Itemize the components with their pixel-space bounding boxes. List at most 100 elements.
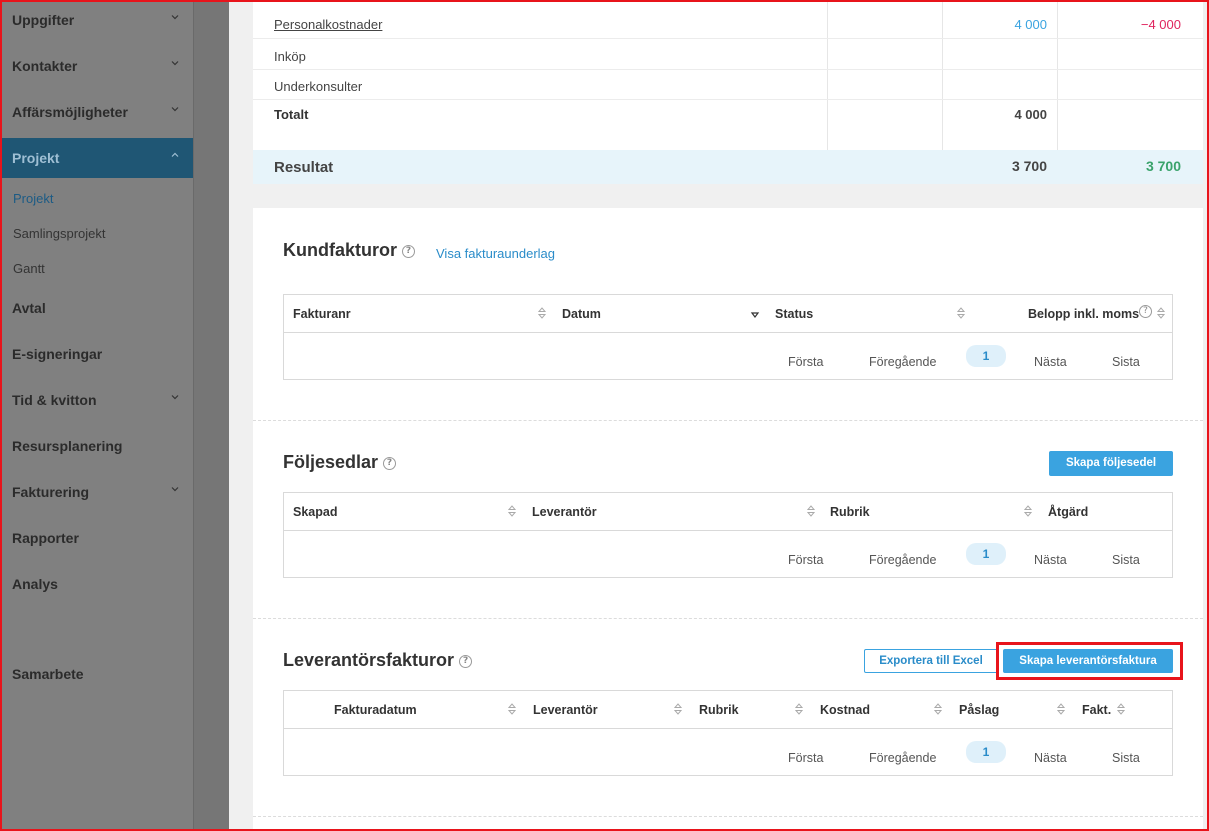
pager-prev[interactable]: Föregående [869,751,936,765]
table-header: Skapad Leverantör Rubrik Åtgärd [284,493,1172,531]
pager-last[interactable]: Sista [1112,553,1140,567]
sidebar-item-uppgifter[interactable]: Uppgifter [0,0,193,40]
personalkostnader-link[interactable]: Personalkostnader [274,17,382,32]
skapa-foljesedel-button[interactable]: Skapa följesedel [1049,451,1173,476]
row-value: 4 000 [1014,17,1047,32]
sidebar-item-label: Projekt [12,150,60,166]
chevron-down-icon [171,15,179,20]
help-icon[interactable]: ? [1139,305,1152,318]
pager-last[interactable]: Sista [1112,355,1140,369]
sidebar-item-analys[interactable]: Analys [0,564,193,604]
column-header[interactable]: Åtgärd [1048,505,1088,519]
result-row: Resultat 3 700 3 700 [253,150,1203,184]
chevron-down-icon [171,61,179,66]
sort-icon[interactable] [1056,702,1066,716]
total-row: Totalt 4 000 [253,100,1203,150]
sort-icon[interactable] [933,702,943,716]
cost-summary-table: Personalkostnader 4 000 −4 000 Inköp Und… [253,0,1203,184]
sort-icon[interactable] [537,306,547,320]
column-header[interactable]: Påslag [959,703,999,717]
sort-icon[interactable] [1023,504,1033,518]
pager-next[interactable]: Nästa [1034,751,1067,765]
column-header[interactable]: Skapad [293,505,337,519]
sort-icon[interactable] [673,702,683,716]
column-header[interactable]: Leverantör [532,505,597,519]
column-header[interactable]: Fakt. [1082,703,1111,717]
column-header[interactable]: Datum [562,307,601,321]
section-title-text: Kundfakturor [283,240,397,260]
sort-icon[interactable] [507,702,517,716]
sort-icon[interactable] [1116,702,1126,716]
pager-first[interactable]: Första [788,751,823,765]
sidebar-subitem-samlingsprojekt[interactable]: Samlingsprojekt [13,226,106,241]
row-label: Inköp [274,49,306,64]
pager-current[interactable]: 1 [966,345,1006,367]
sidebar-item-tid-kvitton[interactable]: Tid & kvitton [0,380,193,420]
result-value: 3 700 [1011,158,1047,174]
result-diff: 3 700 [1145,158,1181,174]
sort-icon[interactable] [956,306,966,320]
sidebar-item-samarbete[interactable]: Samarbete [0,654,193,694]
sidebar-subitem-gantt[interactable]: Gantt [13,261,45,276]
sidebar-item-affarsmojligheter[interactable]: Affärsmöjligheter [0,92,193,132]
help-icon[interactable]: ? [459,654,473,668]
kundfakturor-table: Fakturanr Datum Status Belopp inkl. moms… [283,294,1173,380]
sort-icon[interactable] [507,504,517,518]
chevron-down-icon [171,107,179,112]
pager-current[interactable]: 1 [966,543,1006,565]
section-title-text: Leverantörsfakturor [283,650,455,670]
sidebar-item-kontakter[interactable]: Kontakter [0,46,193,86]
total-label: Totalt [274,107,309,122]
column-header[interactable]: Rubrik [699,703,739,717]
pager-next[interactable]: Nästa [1034,355,1067,369]
column-header[interactable]: Fakturanr [293,307,351,321]
secondary-panel [193,0,229,831]
table-row: Personalkostnader 4 000 −4 000 [253,9,1203,39]
highlight-box [996,642,1183,680]
sidebar-item-fakturering[interactable]: Fakturering [0,472,193,512]
sort-icon[interactable] [806,504,816,518]
chevron-up-icon [171,152,179,157]
sort-desc-icon[interactable] [750,306,760,320]
help-icon[interactable]: ? [383,456,397,470]
chevron-down-icon [171,487,179,492]
sidebar-item-label: Uppgifter [12,12,75,28]
sidebar-item-label: Affärsmöjligheter [12,104,128,120]
section-title-text: Följesedlar [283,452,379,472]
sidebar-item-label: Resursplanering [12,438,123,454]
sidebar-item-rapporter[interactable]: Rapporter [0,518,193,558]
sidebar-item-avtal[interactable]: Avtal [0,288,193,328]
sidebar-item-resursplanering[interactable]: Resursplanering [0,426,193,466]
sidebar-item-projekt[interactable]: Projekt [0,138,193,178]
leverantorsfakturor-table: Fakturadatum Leverantör Rubrik Kostnad P… [283,690,1173,776]
help-icon[interactable]: ? [402,244,415,258]
column-header[interactable]: Leverantör [533,703,598,717]
sidebar-item-label: Kontakter [12,58,78,74]
sidebar-item-label: Rapporter [12,530,79,546]
pager-prev[interactable]: Föregående [869,355,936,369]
leverantorsfakturor-title: Leverantörsfakturor? [283,650,473,671]
pager-current[interactable]: 1 [966,741,1006,763]
sidebar-subitem-projekt[interactable]: Projekt [13,191,53,206]
column-header[interactable]: Status [775,307,813,321]
exportera-till-excel-button[interactable]: Exportera till Excel [864,649,998,673]
pager-next[interactable]: Nästa [1034,553,1067,567]
result-label: Resultat [274,159,334,176]
sort-icon[interactable] [794,702,804,716]
foljesedlar-title: Följesedlar? [283,452,397,473]
table-row: Inköp [253,40,1203,70]
pager-first[interactable]: Första [788,355,823,369]
pager-first[interactable]: Första [788,553,823,567]
column-header[interactable]: Belopp inkl. moms [1028,307,1139,321]
sidebar-item-label: Samarbete [12,666,84,682]
divider [253,618,1203,619]
column-header[interactable]: Rubrik [830,505,870,519]
pager-last[interactable]: Sista [1112,751,1140,765]
kundfakturor-title: Kundfakturor? [283,240,415,261]
column-header[interactable]: Fakturadatum [334,703,417,717]
pager-prev[interactable]: Föregående [869,553,936,567]
sidebar-item-e-signeringar[interactable]: E-signeringar [0,334,193,374]
column-header[interactable]: Kostnad [820,703,870,717]
visa-fakturaunderlag-link[interactable]: Visa fakturaunderlag [436,246,555,261]
sort-icon[interactable] [1156,306,1166,320]
